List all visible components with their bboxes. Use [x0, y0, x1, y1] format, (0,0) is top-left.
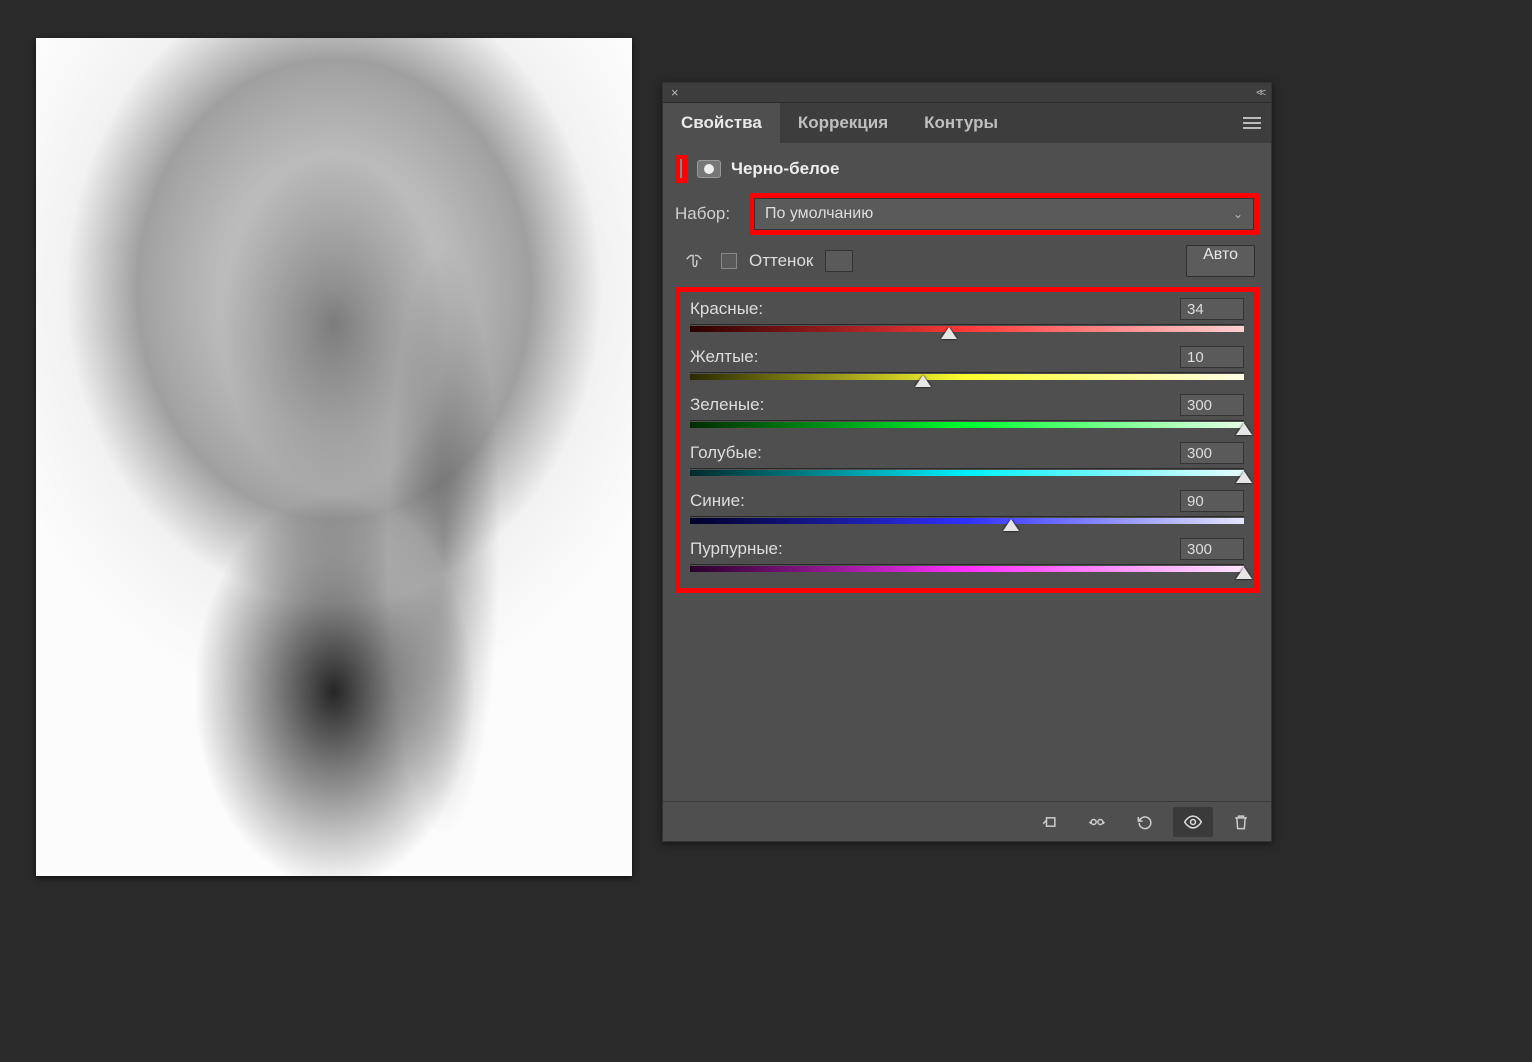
layer-mask-icon[interactable]: [697, 160, 721, 178]
slider-track[interactable]: [690, 516, 1244, 526]
preset-selected: По умолчанию: [765, 205, 873, 223]
adjustment-title: Черно-белое: [731, 159, 839, 179]
slider-value-input[interactable]: 34: [1180, 298, 1244, 320]
panel-topbar: × <<: [663, 83, 1271, 103]
slider-value-input[interactable]: 300: [1180, 538, 1244, 560]
slider-thumb[interactable]: [1236, 423, 1252, 435]
slider-value-input[interactable]: 300: [1180, 394, 1244, 416]
slider-value-input[interactable]: 10: [1180, 346, 1244, 368]
panel-body: Черно-белое Набор: По умолчанию ⌄: [663, 143, 1271, 801]
tint-color-swatch[interactable]: [825, 250, 853, 272]
slider-track[interactable]: [690, 372, 1244, 382]
trash-icon[interactable]: [1221, 807, 1261, 837]
slider-greens: Зеленые: 300: [690, 394, 1244, 430]
tab-properties[interactable]: Свойства: [663, 103, 780, 143]
close-icon[interactable]: ×: [671, 85, 679, 100]
canvas-image[interactable]: [36, 38, 632, 876]
auto-button[interactable]: Авто: [1186, 245, 1255, 277]
slider-cyans: Голубые: 300: [690, 442, 1244, 478]
preset-row: Набор: По умолчанию ⌄: [675, 193, 1259, 235]
tint-row: Оттенок Авто: [675, 245, 1259, 277]
slider-label: Синие:: [690, 491, 745, 511]
view-previous-state-icon[interactable]: [1077, 807, 1117, 837]
slider-reds: Красные: 34: [690, 298, 1244, 334]
chevron-down-icon: ⌄: [1233, 207, 1243, 221]
clip-to-layer-icon[interactable]: [1029, 807, 1069, 837]
tab-adjustments[interactable]: Коррекция: [780, 103, 906, 143]
adjustment-header: Черно-белое: [675, 155, 1259, 183]
color-sliders-group: Красные: 34 Желтые: 10 Зеленые: 300 Голубые: 30…: [675, 287, 1259, 593]
slider-thumb[interactable]: [915, 375, 931, 387]
bw-adjustment-icon[interactable]: [680, 159, 682, 178]
collapse-icon[interactable]: <<: [1256, 87, 1263, 99]
slider-value-input[interactable]: 90: [1180, 490, 1244, 512]
tab-label: Свойства: [681, 113, 762, 133]
slider-thumb[interactable]: [1236, 567, 1252, 579]
slider-thumb[interactable]: [1236, 471, 1252, 483]
highlight-icon-box: [675, 155, 687, 183]
preset-dropdown[interactable]: По умолчанию ⌄: [754, 198, 1254, 230]
panel-footer: [663, 801, 1271, 841]
slider-thumb[interactable]: [1003, 519, 1019, 531]
tint-label: Оттенок: [749, 251, 813, 271]
app-stage: × << Свойства Коррекция Контуры Черно-: [0, 0, 1532, 1062]
tab-label: Контуры: [924, 113, 998, 133]
slider-track[interactable]: [690, 420, 1244, 430]
slider-track[interactable]: [690, 468, 1244, 478]
slider-gradient: [690, 422, 1244, 428]
slider-gradient: [690, 374, 1244, 380]
slider-gradient: [690, 470, 1244, 476]
slider-label: Пурпурные:: [690, 539, 783, 559]
tab-label: Коррекция: [798, 113, 888, 133]
slider-yellows: Желтые: 10: [690, 346, 1244, 382]
slider-track[interactable]: [690, 564, 1244, 574]
reset-icon[interactable]: [1125, 807, 1165, 837]
preset-label: Набор:: [675, 204, 741, 224]
slider-label: Желтые:: [690, 347, 758, 367]
slider-blues: Синие: 90: [690, 490, 1244, 526]
slider-magentas: Пурпурные: 300: [690, 538, 1244, 574]
slider-label: Зеленые:: [690, 395, 764, 415]
slider-gradient: [690, 326, 1244, 332]
panel-flyout-menu-icon[interactable]: [1233, 103, 1271, 143]
photo-placeholder: [36, 38, 632, 876]
slider-label: Голубые:: [690, 443, 762, 463]
slider-gradient: [690, 566, 1244, 572]
properties-panel: × << Свойства Коррекция Контуры Черно-: [662, 82, 1272, 842]
slider-label: Красные:: [690, 299, 763, 319]
slider-track[interactable]: [690, 324, 1244, 334]
slider-gradient: [690, 518, 1244, 524]
tint-checkbox[interactable]: [721, 253, 737, 269]
targeted-adjustment-tool-icon[interactable]: [679, 246, 709, 276]
panel-tabbar: Свойства Коррекция Контуры: [663, 103, 1271, 143]
tab-paths[interactable]: Контуры: [906, 103, 1016, 143]
slider-value-input[interactable]: 300: [1180, 442, 1244, 464]
slider-thumb[interactable]: [941, 327, 957, 339]
visibility-eye-icon[interactable]: [1173, 807, 1213, 837]
